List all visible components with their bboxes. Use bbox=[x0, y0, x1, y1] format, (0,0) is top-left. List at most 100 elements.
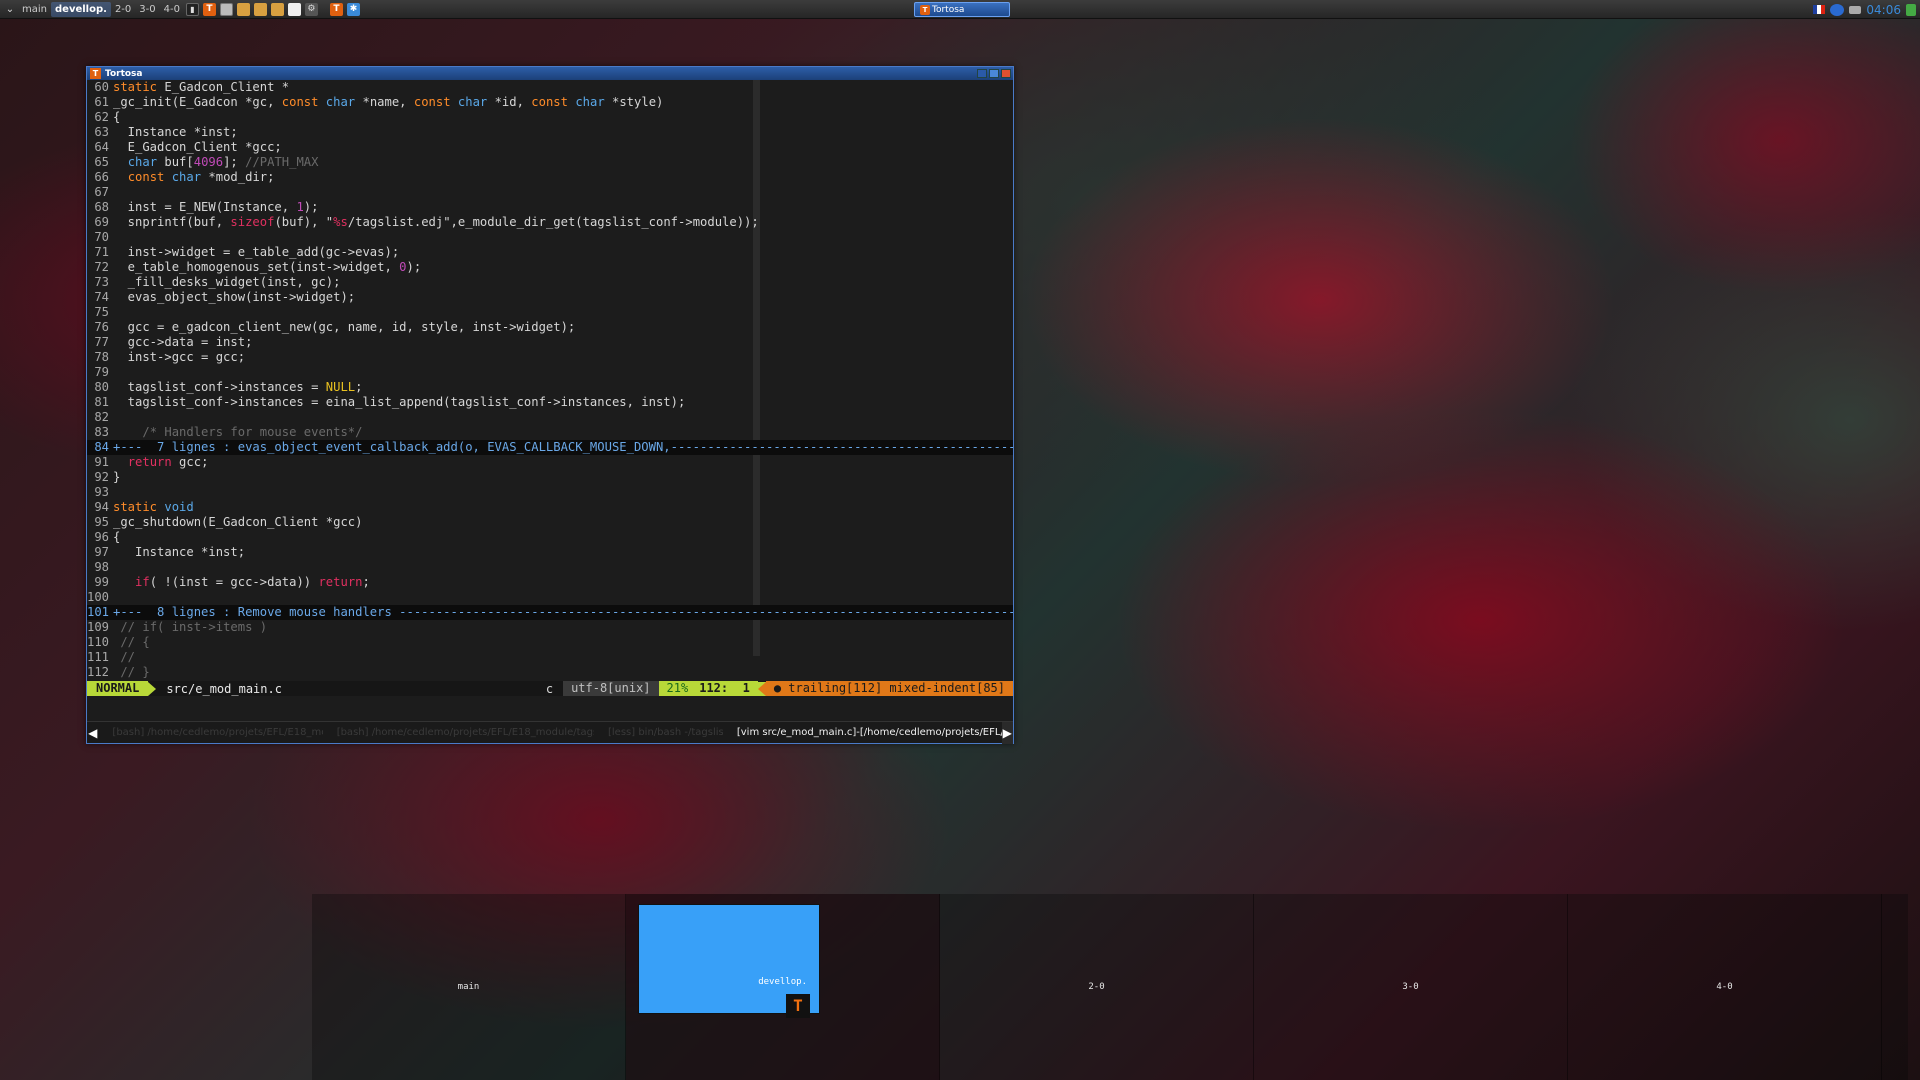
tortosa-launcher-icon[interactable]: T bbox=[202, 2, 216, 16]
tab-scroll-left-icon[interactable]: ◀ bbox=[87, 722, 98, 744]
desk-4-0[interactable]: 4-0 bbox=[160, 2, 184, 17]
line-number: 63 bbox=[94, 125, 109, 139]
desk-2-0[interactable]: 2-0 bbox=[111, 2, 135, 17]
line-code: char buf[4096]; //PATH_MAX bbox=[127, 155, 319, 169]
tab-less[interactable]: [less] bin/bash -/tagslist] bbox=[594, 727, 723, 738]
fold-line[interactable]: 101 +--- 8 lignes : Remove mouse handlers… bbox=[87, 605, 1013, 620]
line-number: 98 bbox=[94, 560, 109, 574]
pager-desk-4-0[interactable]: 4-0 bbox=[1568, 894, 1882, 1080]
tab-bash-src[interactable]: [bash] /home/cedlemo/projets/EFL/E18_mod… bbox=[323, 727, 594, 738]
app-launcher-icon[interactable] bbox=[219, 2, 233, 16]
code-line[interactable]: 97 Instance *inst; bbox=[87, 545, 1013, 560]
code-line[interactable]: 92} bbox=[87, 470, 1013, 485]
code-line[interactable]: 74 evas_object_show(inst->widget); bbox=[87, 290, 1013, 305]
line-code: E_Gadcon_Client *gcc; bbox=[113, 140, 282, 154]
line-code: _gc_init(E_Gadcon *gc, const char *name,… bbox=[113, 95, 664, 109]
pager-desk-2-0[interactable]: 2-0 bbox=[940, 894, 1254, 1080]
code-line[interactable]: 67 bbox=[87, 185, 1013, 200]
line-number: 67 bbox=[94, 185, 109, 199]
code-line[interactable]: 94 static void bbox=[87, 500, 1013, 515]
tab-vim-active[interactable]: [vim src/e_mod_main.c]-[/home/cedlemo/pr… bbox=[723, 727, 1002, 738]
file-name: src/e_mod_main.c bbox=[166, 681, 282, 696]
image-launcher-icon[interactable] bbox=[253, 2, 267, 16]
line-code: // if( inst->items ) bbox=[120, 620, 268, 634]
settings-launcher-icon[interactable]: ⚙ bbox=[304, 2, 318, 16]
code-line[interactable]: 110 // { bbox=[87, 635, 1013, 650]
line-code: inst->widget = e_table_add(gc->evas); bbox=[113, 245, 400, 259]
code-line[interactable]: 100 bbox=[87, 590, 1013, 605]
battery-icon[interactable] bbox=[1849, 5, 1862, 14]
tab-scroll-right-icon[interactable]: ▶ bbox=[1001, 721, 1013, 744]
code-line[interactable]: 81 tagslist_conf->instances = eina_list_… bbox=[87, 395, 1013, 410]
code-line[interactable]: 69 snprintf(buf, sizeof(buf), "%s/tagsli… bbox=[87, 215, 1013, 230]
scroll-percent: 21% bbox=[658, 681, 694, 696]
maximize-button[interactable] bbox=[989, 69, 999, 78]
desk-devellop[interactable]: devellop. bbox=[51, 1, 111, 17]
code-line[interactable]: 68 inst = E_NEW(Instance, 1); bbox=[87, 200, 1013, 215]
code-line[interactable]: 78 inst->gcc = gcc; bbox=[87, 350, 1013, 365]
code-line[interactable]: 66 const char *mod_dir; bbox=[87, 170, 1013, 185]
code-line[interactable]: 71 inst->widget = e_table_add(gc->evas); bbox=[87, 245, 1013, 260]
code-lines[interactable]: 60 static E_Gadcon_Client * 61 _gc_init(E_G… bbox=[87, 80, 1013, 678]
start-menu-icon[interactable]: ⌄ bbox=[2, 0, 18, 19]
code-line[interactable]: 112 // } bbox=[87, 665, 1013, 678]
document-launcher-icon[interactable] bbox=[287, 2, 301, 16]
terminal-launcher-icon[interactable]: ▮ bbox=[185, 2, 199, 16]
line-code: const char *mod_dir; bbox=[127, 170, 275, 184]
code-line[interactable]: 77 gcc->data = inst; bbox=[87, 335, 1013, 350]
code-line[interactable]: 76 gcc = e_gadcon_client_new(gc, name, i… bbox=[87, 320, 1013, 335]
tab-bash-module[interactable]: [bash] /home/cedlemo/projets/EFL/E18_mod… bbox=[98, 727, 322, 738]
code-line[interactable]: 61 _gc_init(E_Gadcon *gc, const char *nam… bbox=[87, 95, 1013, 110]
line-code: return gcc; bbox=[127, 455, 209, 469]
code-line[interactable]: 93 bbox=[87, 485, 1013, 500]
code-line[interactable]: 82 bbox=[87, 410, 1013, 425]
code-line[interactable]: 60 static E_Gadcon_Client * bbox=[87, 80, 1013, 95]
system-tray: 04:06 bbox=[1813, 0, 1916, 19]
archive-launcher-icon[interactable] bbox=[270, 2, 284, 16]
pager-desk-3-0[interactable]: 3-0 bbox=[1254, 894, 1568, 1080]
line-code: snprintf(buf, sizeof(buf), "%s/tagslist.… bbox=[113, 215, 759, 229]
code-line[interactable]: 70 bbox=[87, 230, 1013, 245]
line-number: 112 bbox=[87, 665, 110, 678]
tray-extra-icon[interactable] bbox=[1906, 3, 1916, 16]
system-icon[interactable]: ✱ bbox=[346, 2, 360, 16]
code-line[interactable]: 111 // bbox=[87, 650, 1013, 665]
close-button[interactable] bbox=[1001, 69, 1011, 78]
code-line[interactable]: 91 return gcc; bbox=[87, 455, 1013, 470]
minimize-button[interactable] bbox=[977, 69, 987, 78]
line-code: static E_Gadcon_Client * bbox=[113, 80, 290, 94]
folder-launcher-icon[interactable] bbox=[236, 2, 250, 16]
code-line[interactable]: 98 bbox=[87, 560, 1013, 575]
code-line[interactable]: 95 _gc_shutdown(E_Gadcon_Client *gcc) bbox=[87, 515, 1013, 530]
pager-desk-main[interactable]: main bbox=[312, 894, 626, 1080]
code-line[interactable]: 63 Instance *inst; bbox=[87, 125, 1013, 140]
code-line[interactable]: 73 _fill_desks_widget(inst, gc); bbox=[87, 275, 1013, 290]
pager-desk-devellop[interactable]: devellop. T bbox=[626, 894, 940, 1080]
code-line[interactable]: 64 E_Gadcon_Client *gcc; bbox=[87, 140, 1013, 155]
code-line[interactable]: 99 if( !(inst = gcc->data)) return; bbox=[87, 575, 1013, 590]
fold-line[interactable]: 84 +--- 7 lignes : evas_object_event_call… bbox=[87, 440, 1013, 455]
code-line[interactable]: 109 // if( inst->items ) bbox=[87, 620, 1013, 635]
code-line[interactable]: 96 { bbox=[87, 530, 1013, 545]
code-line[interactable]: 65 char buf[4096]; //PATH_MAX bbox=[87, 155, 1013, 170]
code-line[interactable]: 62 { bbox=[87, 110, 1013, 125]
vim-editor[interactable]: 60 static E_Gadcon_Client * 61 _gc_init(E_G… bbox=[87, 80, 1013, 678]
network-icon[interactable] bbox=[1830, 3, 1845, 16]
taskbar-item-tortosa[interactable]: T Tortosa bbox=[914, 2, 1010, 17]
desk-3-0[interactable]: 3-0 bbox=[135, 2, 159, 17]
tortosa-task-icon[interactable]: T bbox=[329, 2, 343, 16]
window-titlebar[interactable]: T Tortosa bbox=[87, 67, 1013, 80]
keyboard-layout-flag-icon[interactable] bbox=[1813, 5, 1826, 14]
clock[interactable]: 04:06 bbox=[1866, 3, 1901, 17]
line-number: 69 bbox=[94, 215, 109, 229]
code-line[interactable]: 79 bbox=[87, 365, 1013, 380]
code-line[interactable]: 80 tagslist_conf->instances = NULL; bbox=[87, 380, 1013, 395]
line-number: 76 bbox=[94, 320, 109, 334]
code-line[interactable]: 72 e_table_homogenous_set(inst->widget, … bbox=[87, 260, 1013, 275]
warning-separator bbox=[757, 681, 766, 696]
line-number: 79 bbox=[94, 365, 109, 379]
line-number: 84 bbox=[94, 440, 109, 454]
code-line[interactable]: 83 /* Handlers for mouse events*/ bbox=[87, 425, 1013, 440]
desk-main[interactable]: main bbox=[18, 2, 51, 17]
code-line[interactable]: 75 bbox=[87, 305, 1013, 320]
